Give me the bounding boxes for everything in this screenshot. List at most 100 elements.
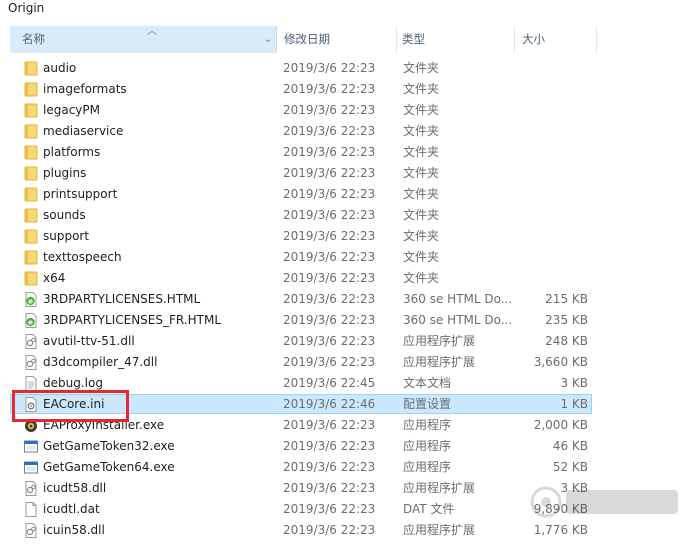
file-row[interactable]: x64 2019/3/6 22:23 文件夹 [0,268,687,289]
file-row[interactable]: mediaservice 2019/3/6 22:23 文件夹 [0,121,687,142]
file-type: 配置设置 [403,397,452,411]
file-date: 2019/3/6 22:23 [283,523,376,537]
file-type: 文件夹 [403,124,440,138]
file-size: 235 KB [545,313,588,327]
file-type: 应用程序 [403,439,452,453]
file-type: 文件夹 [403,166,440,180]
file-row[interactable]: e 3RDPARTYLICENSES_FR.HTML 2019/3/6 22:23 3… [0,310,687,331]
column-header-bar: ︿ 名称 ⌄ 修改日期 类型 大小 [0,26,687,53]
dll-file-icon [23,334,39,349]
file-name: mediaservice [43,124,124,138]
file-row[interactable]: support 2019/3/6 22:23 文件夹 [0,226,687,247]
column-header-date-label: 修改日期 [284,32,330,46]
column-header-type[interactable]: 类型 [397,26,515,53]
file-row[interactable]: platforms 2019/3/6 22:23 文件夹 [0,142,687,163]
file-size: 215 KB [545,292,588,306]
file-name: icuin58.dll [43,523,105,537]
file-size [520,268,588,289]
file-size: 46 KB [552,439,588,453]
file-name: platforms [43,145,101,159]
file-row[interactable]: legacyPM 2019/3/6 22:23 文件夹 [0,100,687,121]
sort-ascending-icon: ︿ [147,26,157,37]
file-name: 3RDPARTYLICENSES.HTML [43,292,201,306]
file-row[interactable]: printsupport 2019/3/6 22:23 文件夹 [0,184,687,205]
file-type: 文件夹 [403,229,440,243]
file-size [520,121,588,142]
watermark-logo [530,486,678,518]
file-size [520,163,588,184]
file-date: 2019/3/6 22:23 [283,313,376,327]
folder-icon [23,61,39,76]
file-size: 1 KB [560,397,588,411]
file-date: 2019/3/6 22:23 [283,355,376,369]
svg-text:e: e [28,319,33,327]
column-header-date[interactable]: 修改日期 [277,26,397,53]
dll-file-icon [23,523,39,538]
file-name: x64 [43,271,66,285]
dll-file-icon [23,355,39,370]
file-type: 文件夹 [403,187,440,201]
file-row[interactable]: audio 2019/3/6 22:23 文件夹 [0,58,687,79]
file-type: 应用程序扩展 [403,334,476,348]
file-date: 2019/3/6 22:23 [283,418,376,432]
file-name: icudt58.dll [43,481,107,495]
file-date: 2019/3/6 22:46 [283,397,376,411]
file-type: 应用程序 [403,418,452,432]
file-row[interactable]: plugins 2019/3/6 22:23 文件夹 [0,163,687,184]
file-date: 2019/3/6 22:23 [283,292,376,306]
file-date: 2019/3/6 22:23 [283,187,376,201]
file-name: imageformats [43,82,127,96]
folder-icon [23,145,39,160]
file-name: avutil-ttv-51.dll [43,334,135,348]
file-date: 2019/3/6 22:23 [283,124,376,138]
file-row[interactable]: GetGameToken32.exe 2019/3/6 22:23 应用程序 46 K… [0,436,687,457]
blank-file-icon [23,502,39,517]
breadcrumb[interactable]: Origin [8,0,44,16]
annotation-highlight-box [12,390,129,422]
file-date: 2019/3/6 22:23 [283,61,376,75]
file-size: 3,660 KB [533,355,588,369]
file-date: 2019/3/6 22:23 [283,250,376,264]
file-row[interactable]: d3dcompiler_47.dll 2019/3/6 22:23 应用程序扩展 3,… [0,352,687,373]
column-header-size[interactable]: 大小 [515,26,597,53]
file-name: icudtl.dat [43,502,100,516]
file-type: 文件夹 [403,271,440,285]
html-file-icon: e [23,292,39,307]
file-row[interactable]: icuin58.dll 2019/3/6 22:23 应用程序扩展 1,776 KB [0,520,687,541]
file-name: legacyPM [43,103,100,117]
file-name: plugins [43,166,87,180]
column-header-type-label: 类型 [402,32,425,46]
folder-icon [23,208,39,223]
file-name: audio [43,61,77,75]
file-name: GetGameToken64.exe [43,460,175,474]
file-size [520,100,588,121]
file-size: 1,776 KB [533,523,588,537]
file-date: 2019/3/6 22:23 [283,271,376,285]
file-size [520,226,588,247]
folder-icon [23,124,39,139]
file-type: 应用程序 [403,460,452,474]
chevron-down-icon[interactable]: ⌄ [264,26,272,53]
file-date: 2019/3/6 22:23 [283,166,376,180]
file-row[interactable]: avutil-ttv-51.dll 2019/3/6 22:23 应用程序扩展 248… [0,331,687,352]
folder-icon [23,229,39,244]
exe-file-icon [23,460,39,475]
dll-file-icon [23,481,39,496]
file-name: d3dcompiler_47.dll [43,355,158,369]
file-type: 文件夹 [403,145,440,159]
folder-icon [23,82,39,97]
file-date: 2019/3/6 22:23 [283,145,376,159]
file-row[interactable]: e 3RDPARTYLICENSES.HTML 2019/3/6 22:23 360 … [0,289,687,310]
file-name: texttospeech [43,250,122,264]
file-row[interactable]: sounds 2019/3/6 22:23 文件夹 [0,205,687,226]
file-size: 52 KB [552,460,588,474]
column-header-name[interactable]: ︿ 名称 ⌄ [10,26,277,53]
file-type: 应用程序扩展 [403,481,476,495]
file-row[interactable]: imageformats 2019/3/6 22:23 文件夹 [0,79,687,100]
file-size [520,142,588,163]
file-size: 3 KB [560,376,588,390]
file-date: 2019/3/6 22:23 [283,439,376,453]
file-type: 文件夹 [403,250,440,264]
file-row[interactable]: GetGameToken64.exe 2019/3/6 22:23 应用程序 52 K… [0,457,687,478]
file-row[interactable]: texttospeech 2019/3/6 22:23 文件夹 [0,247,687,268]
